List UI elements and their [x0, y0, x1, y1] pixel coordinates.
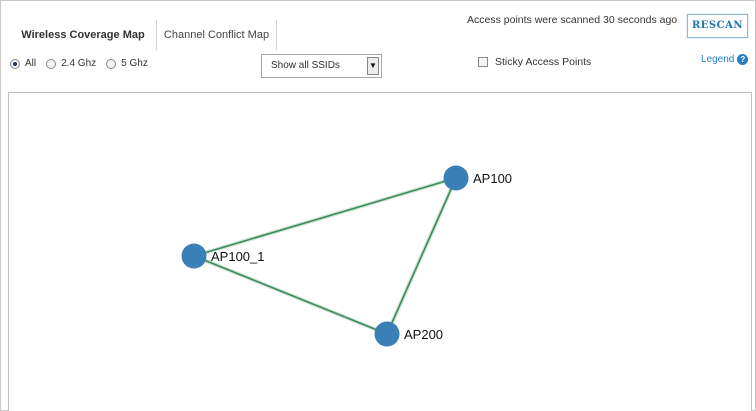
ssid-select[interactable]: Show all SSIDs ▼	[261, 54, 382, 78]
radio-all[interactable]: All	[10, 58, 36, 69]
access-point-label-ap100: AP100	[473, 171, 512, 186]
radio-unchecked-icon	[106, 58, 117, 69]
access-point-node-ap100-1[interactable]	[181, 243, 207, 269]
radio-all-label: All	[25, 58, 37, 69]
dropdown-arrow-icon[interactable]: ▼	[367, 57, 379, 75]
access-point-label-ap100-1: AP100_1	[211, 249, 265, 264]
access-point-node-ap100[interactable]	[443, 165, 469, 191]
link-ap100-1-ap200	[193, 255, 388, 335]
radio-checked-icon	[10, 58, 20, 69]
access-point-node-ap200[interactable]	[374, 321, 400, 347]
coverage-map-canvas: AP100 AP100_1 AP200	[8, 92, 752, 411]
band-filter: All 2.4 Ghz 5 Ghz	[10, 58, 158, 69]
checkbox-icon[interactable]	[478, 57, 488, 67]
sticky-access-points-label: Sticky Access Points	[495, 56, 592, 68]
legend-link[interactable]: Legend ?	[701, 54, 749, 65]
link-ap100-1-ap100	[193, 177, 457, 257]
coverage-map-graph: AP100 AP100_1 AP200	[181, 165, 512, 347]
radio-5-ghz-label: 5 Ghz	[121, 58, 148, 69]
legend-label: Legend	[701, 54, 735, 65]
radio-2-4-ghz-label: 2.4 Ghz	[61, 58, 97, 69]
radio-5-ghz[interactable]: 5 Ghz	[106, 58, 148, 69]
link-ap100-ap200	[386, 177, 457, 335]
sticky-access-points-toggle[interactable]: Sticky Access Points	[478, 56, 591, 68]
help-icon: ?	[737, 54, 749, 65]
wireless-map-panel: Wireless Coverage Map Channel Conflict M…	[0, 0, 756, 411]
radio-unchecked-icon	[46, 58, 57, 69]
scan-status-text: Access points were scanned 30 seconds ag…	[467, 14, 678, 26]
rescan-button[interactable]: RESCAN	[687, 14, 748, 38]
tab-channel-conflict-map[interactable]: Channel Conflict Map	[156, 20, 277, 50]
tab-wireless-coverage-map[interactable]: Wireless Coverage Map	[11, 20, 155, 50]
ssid-select-value: Show all SSIDs	[271, 60, 340, 71]
radio-2-4-ghz[interactable]: 2.4 Ghz	[46, 58, 96, 69]
access-point-label-ap200: AP200	[404, 327, 443, 342]
